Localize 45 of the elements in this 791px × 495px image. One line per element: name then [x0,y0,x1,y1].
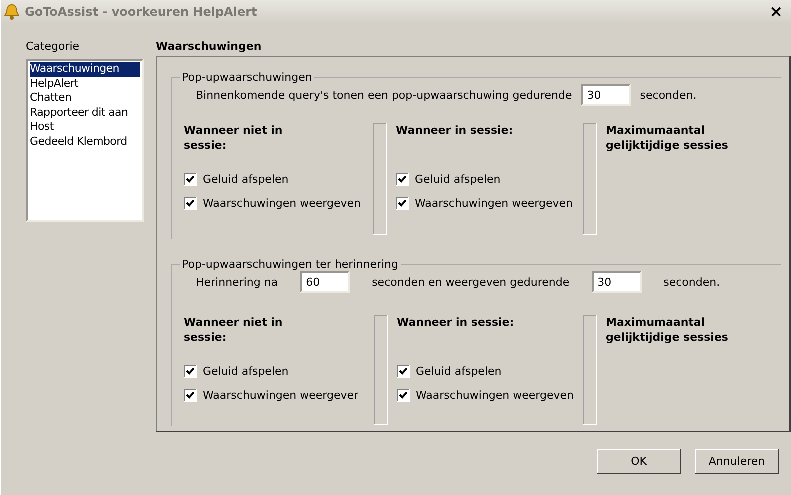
checkbox[interactable] [396,196,409,210]
column-title: Wanneer in sessie: [397,315,516,331]
checkbox-label: Waarschuwingen weergever [203,388,359,402]
seconds-field[interactable]: 60 [300,271,350,293]
seconds-field[interactable]: 30 [581,84,632,106]
interval-label: Binnenkomende query's tonen een pop-upwaarschuwing gedurende [196,88,572,102]
checkbox-label: Waarschuwingen weergeven [203,196,362,210]
column-title: Wanneer niet in sessie: [184,123,284,154]
category-item[interactable]: HelpAlert [30,76,140,91]
checkbox[interactable] [397,388,410,402]
checkbox[interactable] [397,364,410,378]
category-item[interactable]: Gedeeld Klembord [30,134,140,149]
checkbox[interactable] [396,172,409,186]
checkbox-label: Geluid afspelen [416,364,502,378]
interval-label: Herinnering na [196,276,278,288]
interval-label: seconden. [640,88,697,102]
checkbox[interactable] [184,196,197,210]
checkbox[interactable] [184,388,197,402]
column-title: Wanneer niet in sessie: [184,315,284,346]
group-legend: Pop-upwaarschuwingen ter herinnering [180,258,401,271]
checkbox-label: Waarschuwingen weergeven [416,388,574,402]
checkbox-label: Geluid afspelen [415,172,501,186]
checkbox-label: Geluid afspelen [203,172,289,186]
checkbox[interactable] [184,172,197,186]
interval-label: seconden. [664,276,720,288]
interval-label: seconden en weergeven gedurende [372,276,570,288]
cancel-button[interactable]: Annuleren [695,449,779,474]
ok-button[interactable]: OK [597,449,681,474]
column-title: Wanneer in sessie: [396,123,514,139]
window-title: GoToAssist - voorkeuren HelpAlert [25,5,258,19]
category-item[interactable]: Chatten [30,91,140,106]
checkbox-label: Geluid afspelen [203,364,289,378]
column-title: Maximumaantal gelijktijdige sessies [606,123,730,154]
checkbox-label: Waarschuwingen weergeven [415,196,574,210]
category-item[interactable]: Waarschuwingen [30,62,140,76]
category-item[interactable]: Rapporteer dit aan [30,106,140,120]
section-title: Waarschuwingen [156,40,263,53]
column-title: Maximumaantal gelijktijdige sessies [606,315,730,346]
seconds-field[interactable]: 30 [592,271,642,293]
group-legend: Pop-upwaarschuwingen [180,71,314,84]
close-button[interactable]: × [768,4,785,20]
category-label: Categorie [26,40,81,53]
category-item[interactable]: Host [30,120,140,134]
bell-icon [3,3,21,21]
checkbox[interactable] [184,364,197,378]
